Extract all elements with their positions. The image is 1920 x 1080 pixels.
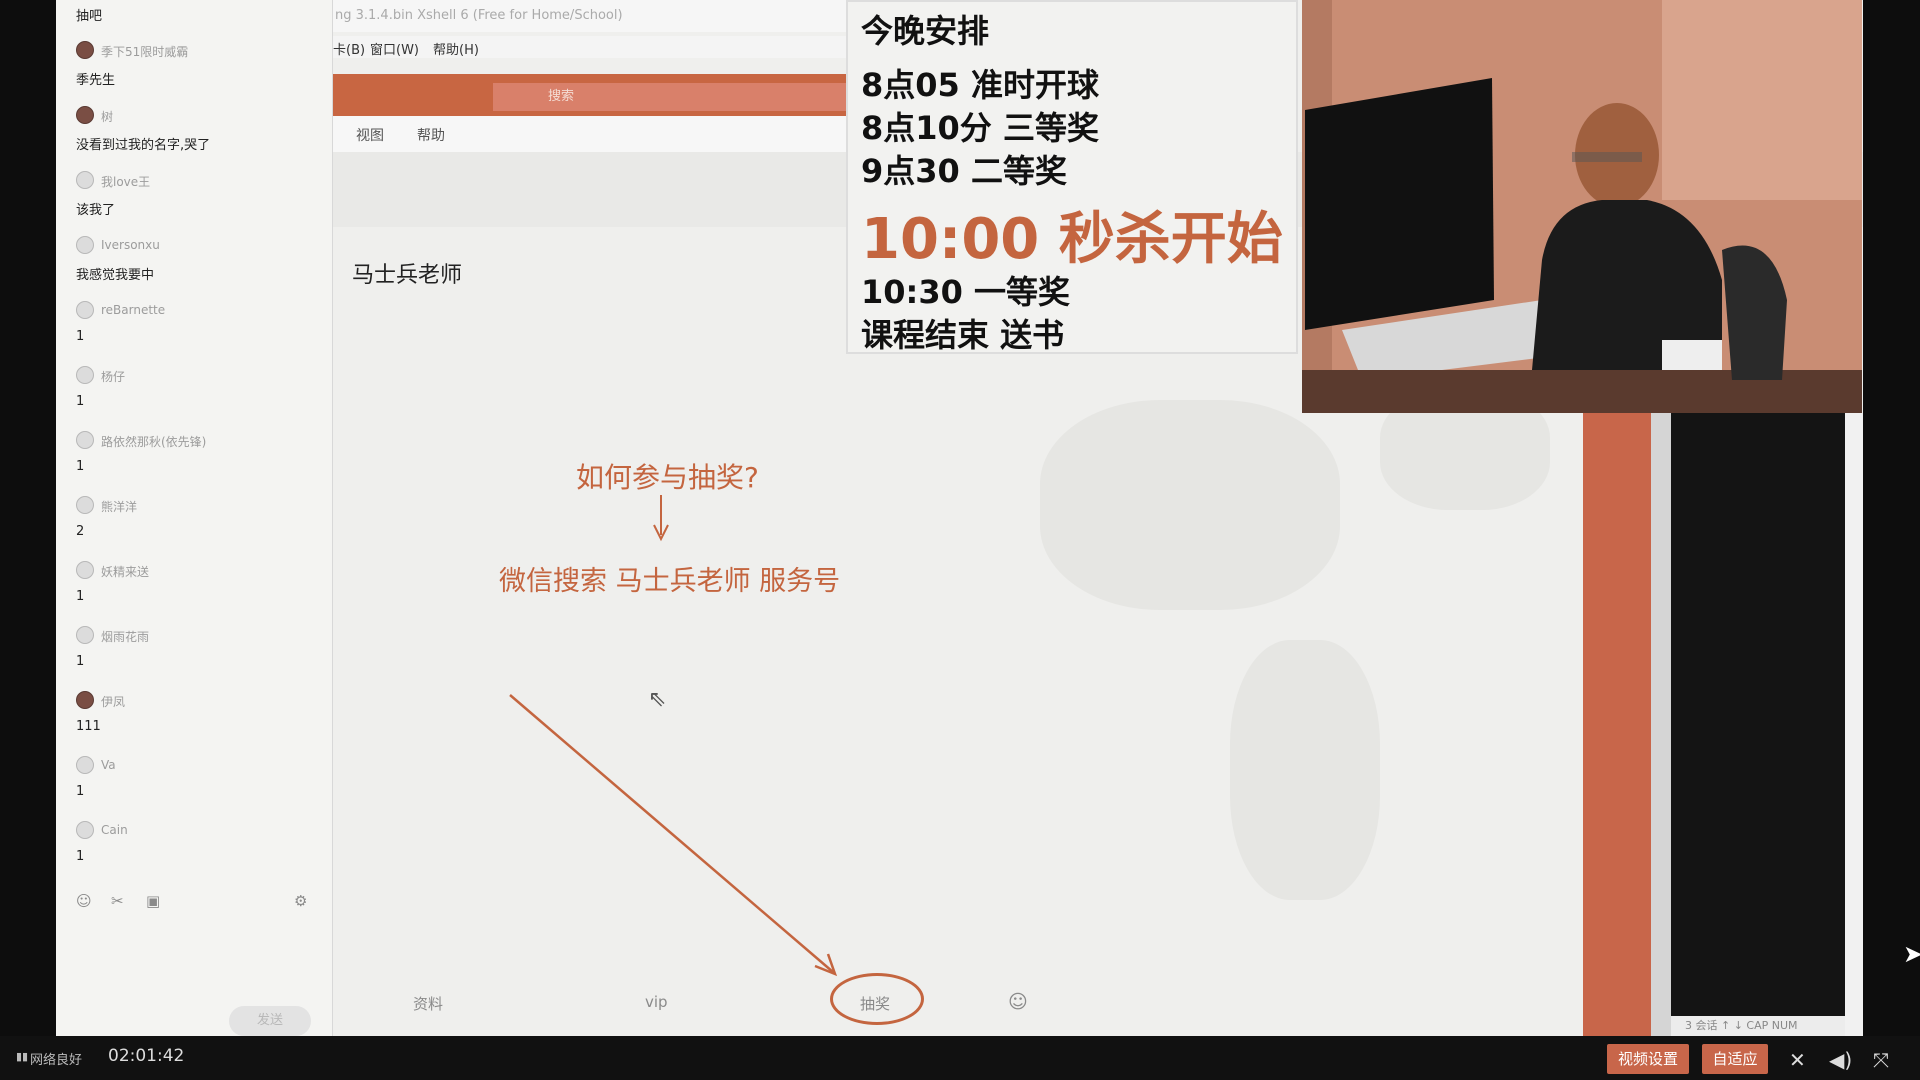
schedule-item: 8点10分 三等奖 [861,109,1099,147]
pointer-arrow [509,694,838,977]
chat-username: 熊洋洋 [101,500,138,514]
nav-help[interactable]: 帮助 [417,125,445,145]
avatar [76,756,94,774]
avatar [76,821,94,839]
mouse-cursor-icon: ➤ [1903,940,1920,968]
avatar [76,431,94,449]
mouse-cursor-icon: ⇖ [648,687,667,712]
orange-panel [1583,413,1651,1036]
nav-view[interactable]: 视图 [356,125,384,145]
send-button[interactable]: 发送 [229,1006,311,1036]
menu-item[interactable]: 帮助(H) [433,39,479,58]
signal-icon: ▮▮ [16,1050,29,1063]
chat-username: 树 [101,110,114,124]
chat-top-label: 抽吧 [76,9,103,24]
wechat-search-instruction: 微信搜索 马士兵老师 服务号 [499,566,841,597]
chat-text: 我感觉我要中 [76,268,155,283]
avatar [76,496,94,514]
menu-item[interactable]: 卡(B) [333,39,365,58]
schedule-highlight: 10:00 秒杀开始 [861,207,1283,272]
chat-toolbar: ☺ ✂ ▣ ⚙ [76,892,316,912]
schedule-item: 课程结束 送书 [861,316,1065,354]
sub-navigation: 视图 帮助 [333,116,853,153]
lottery-highlight-ring [830,973,924,1025]
video-settings-button[interactable]: 视频设置 [1607,1044,1689,1074]
schedule-item: 9点30 二等奖 [861,152,1067,190]
schedule-title: 今晚安排 [861,12,990,50]
chat-text: 1 [76,394,85,409]
avatar [76,301,94,319]
image-icon[interactable]: ▣ [146,892,160,910]
world-map-shape [1230,640,1380,900]
world-map-shape [1040,400,1340,610]
chat-username: Iversonxu [101,238,160,252]
avatar [76,171,94,189]
chat-text: 111 [76,719,101,734]
scrollbar[interactable] [1845,413,1863,1036]
chat-username: 烟雨花雨 [101,630,150,644]
chat-text: 1 [76,784,85,799]
network-status: 网络良好 [30,1053,83,1068]
chat-text: 1 [76,654,85,669]
chat-text: 1 [76,459,85,474]
chat-username: 妖精来送 [101,565,150,579]
scissors-icon[interactable]: ✂ [111,892,124,910]
chat-username: 杨仔 [101,370,126,384]
elapsed-time: 02:01:42 [108,1046,185,1066]
settings-icon[interactable]: ⚙ [294,892,307,910]
smiley-icon[interactable]: ☺ [76,892,92,910]
avatar [76,236,94,254]
chat-username: 路依然那秋(依先锋) [101,435,207,449]
webcam-video [1302,0,1862,413]
search-input[interactable]: 搜索 [493,83,853,111]
chat-text: 1 [76,589,85,604]
chat-username: 伊凤 [101,695,126,709]
volume-icon[interactable]: ◀) [1829,1048,1852,1072]
chat-text: 1 [76,329,85,344]
chat-text: 没看到过我的名字,哭了 [76,138,211,153]
avatar [76,626,94,644]
tab-materials[interactable]: 资料 [413,993,443,1014]
terminal-status: 3 会话 ↑ ↓ CAP NUM [1671,1016,1845,1036]
avatar [76,106,94,124]
chat-text: 2 [76,524,85,539]
teacher-name: 马士兵老师 [352,263,463,288]
avatar [76,41,94,59]
lottery-how-to: 如何参与抽奖? [576,461,759,494]
screen-stage: 抽吧 季下51限时威霸 季先生 树 没看到过我的名字,哭了 我love王 该我了… [0,0,1920,1036]
down-arrow-icon [653,495,669,542]
avatar [76,561,94,579]
chat-username: 我love王 [101,175,151,189]
adaptive-button[interactable]: 自适应 [1702,1044,1768,1074]
xshell-menu: 卡(B) 窗口(W) 帮助(H) [333,36,853,58]
chat-username: 季下51限时威霸 [101,45,189,59]
avatar [76,691,94,709]
schedule-overlay: 今晚安排 8点05 准时开球 8点10分 三等奖 9点30 二等奖 10:00 … [846,0,1298,354]
schedule-item: 8点05 准时开球 [861,66,1099,104]
chat-text: 1 [76,849,85,864]
schedule-item: 10:30 一等奖 [861,273,1071,311]
avatar [76,366,94,384]
presenter-image [1302,0,1862,413]
divider [1651,413,1671,1036]
menu-item[interactable]: 窗口(W) [370,39,419,58]
fullscreen-icon[interactable]: ⤧ [1873,1048,1889,1072]
mic-muted-icon[interactable]: ✕ [1789,1048,1806,1072]
xshell-title: ng 3.1.4.bin Xshell 6 (Free for Home/Sch… [333,0,855,32]
chat-username: Cain [101,823,128,837]
chat-username: reBarnette [101,303,166,317]
terminal-panel [1671,413,1845,1016]
robot-icon[interactable]: ☺ [1008,991,1028,1013]
tab-vip[interactable]: vip [645,993,668,1011]
chat-sidebar: 抽吧 季下51限时威霸 季先生 树 没看到过我的名字,哭了 我love王 该我了… [56,0,333,1036]
chat-username: Va [101,758,116,772]
chat-text: 季先生 [76,73,116,88]
chat-text: 该我了 [76,203,116,218]
